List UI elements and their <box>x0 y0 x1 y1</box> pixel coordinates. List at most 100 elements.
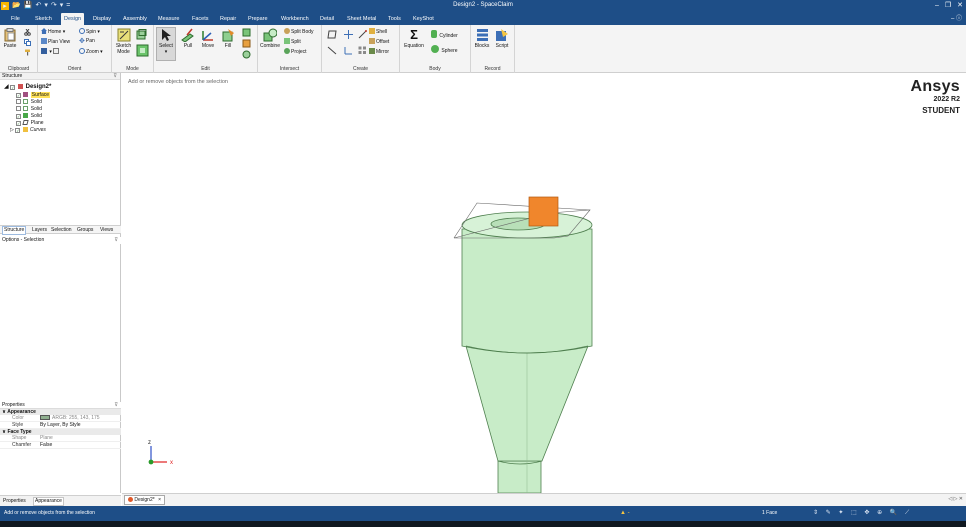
blend-icon[interactable] <box>242 28 251 37</box>
visibility-checkbox[interactable] <box>16 106 21 111</box>
tab-facets[interactable]: Facets <box>189 13 212 25</box>
tab-measure[interactable]: Measure <box>155 13 182 25</box>
tree-item-surface[interactable]: ✓ Surface <box>16 92 51 98</box>
plan-view-button[interactable]: Plan View <box>41 38 70 46</box>
script-button[interactable]: Script <box>492 28 512 49</box>
select-button[interactable]: Select ▾ <box>156 27 176 61</box>
tab-tools[interactable]: Tools <box>385 13 404 25</box>
move-button[interactable]: Move <box>199 28 217 49</box>
view-cube-button[interactable]: ▾ <box>41 48 60 56</box>
plane-icon[interactable] <box>327 30 337 39</box>
cylinder-button[interactable]: Cylinder <box>431 30 458 40</box>
tree-item-solid-1[interactable]: Solid <box>16 99 42 105</box>
warning-indicator[interactable]: ▲ - <box>620 508 630 518</box>
visibility-checkbox[interactable]: ✓ <box>10 85 16 90</box>
origin-icon[interactable] <box>344 46 353 55</box>
help-icon[interactable]: – ⓘ <box>951 13 962 25</box>
tree-item-plane[interactable]: ✓ Plane <box>16 120 44 126</box>
property-color[interactable]: Color ARGB: 255, 143, 175 <box>0 415 121 422</box>
property-style[interactable]: Style By Layer, By Style <box>0 422 121 429</box>
tweak-face-icon[interactable] <box>242 39 251 48</box>
split-button[interactable]: Split <box>284 38 301 46</box>
offset-button[interactable]: Offset <box>369 38 389 46</box>
tree-item-solid-2[interactable]: Solid <box>16 106 42 112</box>
status-tools[interactable]: ⇕ ✎ ✦ ⬚ ✥ ⊕ 🔍 ⟋ <box>813 508 912 518</box>
visibility-checkbox[interactable]: ✓ <box>16 114 21 119</box>
tree-item-root[interactable]: ◢ ✓ Design2* <box>4 84 51 90</box>
section-mode-icon[interactable] <box>136 29 147 40</box>
axis-icon[interactable] <box>344 30 353 39</box>
color-swatch[interactable] <box>40 415 50 420</box>
pattern-icon[interactable] <box>358 46 367 55</box>
inlet-surface[interactable] <box>528 196 559 227</box>
spin-button[interactable]: Spin ▾ <box>79 28 100 36</box>
tab-display[interactable]: Display <box>90 13 114 25</box>
tab-design[interactable]: Design <box>61 13 85 25</box>
document-tab-close-icon[interactable]: × <box>158 497 161 503</box>
fill-button[interactable]: Fill <box>219 28 237 49</box>
line-icon[interactable] <box>327 46 337 55</box>
document-nav-controls[interactable]: ◁ ▷ ✕ <box>948 496 963 502</box>
tab-assembly[interactable]: Assembly <box>120 13 150 25</box>
replace-icon[interactable] <box>242 50 251 59</box>
cyclone-cylinder[interactable] <box>461 228 593 354</box>
blocks-button[interactable]: Blocks <box>472 28 492 49</box>
copy-icon[interactable] <box>24 39 31 46</box>
3d-viewport[interactable]: Add or remove objects from the selection… <box>122 73 966 493</box>
tab-selection[interactable]: Selection <box>51 227 72 234</box>
format-painter-icon[interactable] <box>24 49 31 56</box>
combine-button[interactable]: Combine <box>259 28 281 49</box>
property-chamfer[interactable]: Chamfer False <box>0 442 121 449</box>
tab-properties[interactable]: Properties <box>3 498 26 505</box>
visibility-checkbox[interactable]: ✓ <box>16 93 21 98</box>
pull-button[interactable]: Pull <box>179 28 197 49</box>
close-button[interactable]: ✕ <box>957 0 963 11</box>
pan-label: Pan <box>85 38 95 44</box>
tab-views[interactable]: Views <box>100 227 113 234</box>
point-icon[interactable] <box>358 30 367 39</box>
tab-layers[interactable]: Layers <box>32 227 47 234</box>
3d-mode-icon[interactable] <box>136 44 149 57</box>
tab-keyshot[interactable]: KeyShot <box>410 13 437 25</box>
split-body-button[interactable]: Split Body <box>284 28 314 36</box>
project-button[interactable]: Project <box>284 48 307 56</box>
cut-icon[interactable] <box>24 29 31 36</box>
property-shape[interactable]: Shape Plane <box>0 435 121 442</box>
tab-groups[interactable]: Groups <box>77 227 93 234</box>
pull-icon <box>181 28 194 42</box>
paste-button[interactable]: Paste <box>2 28 18 49</box>
equation-button[interactable]: Σ Equation <box>402 28 426 50</box>
tree-item-curves[interactable]: ▷ ✓ Curves <box>10 127 46 133</box>
pan-button[interactable]: ✥Pan <box>79 38 95 45</box>
zoom-button[interactable]: Zoom ▾ <box>79 48 103 56</box>
restore-button[interactable]: ❐ <box>945 0 951 11</box>
sketch-mode-button[interactable]: Sketch Mode <box>115 28 132 55</box>
sphere-button[interactable]: Sphere <box>431 45 458 55</box>
mirror-button[interactable]: Mirror <box>369 48 389 56</box>
solid-icon <box>23 99 29 104</box>
pin-icon[interactable]: ⊽ <box>114 237 118 244</box>
tab-workbench[interactable]: Workbench <box>278 13 312 25</box>
tab-prepare[interactable]: Prepare <box>245 13 271 25</box>
collapse-icon[interactable]: ◢ <box>4 84 9 90</box>
minimize-button[interactable]: – <box>935 0 939 11</box>
tab-sheet-metal[interactable]: Sheet Metal <box>344 13 379 25</box>
tab-repair[interactable]: Repair <box>217 13 239 25</box>
tree-item-solid-3[interactable]: ✓ Solid <box>16 113 42 119</box>
expand-icon[interactable]: ▷ <box>10 127 14 133</box>
tab-sketch[interactable]: Sketch <box>32 13 55 25</box>
visibility-checkbox[interactable]: ✓ <box>16 121 21 126</box>
visibility-checkbox[interactable] <box>16 99 21 104</box>
outlet-pipe[interactable] <box>497 460 542 493</box>
tab-detail[interactable]: Detail <box>317 13 337 25</box>
pin-icon[interactable]: ⊽ <box>114 402 118 409</box>
shell-button[interactable]: Shell <box>369 28 387 36</box>
tab-appearance[interactable]: Appearance <box>33 497 64 506</box>
group-label-clipboard: Clipboard <box>7 66 30 72</box>
tab-file[interactable]: File <box>8 13 23 25</box>
visibility-checkbox[interactable]: ✓ <box>15 128 21 133</box>
pin-icon[interactable]: ⊽ <box>113 73 117 80</box>
document-tab[interactable]: Design2* × <box>124 495 165 505</box>
home-button[interactable]: Home ▾ <box>41 28 65 36</box>
tab-structure[interactable]: Structure <box>2 226 27 235</box>
